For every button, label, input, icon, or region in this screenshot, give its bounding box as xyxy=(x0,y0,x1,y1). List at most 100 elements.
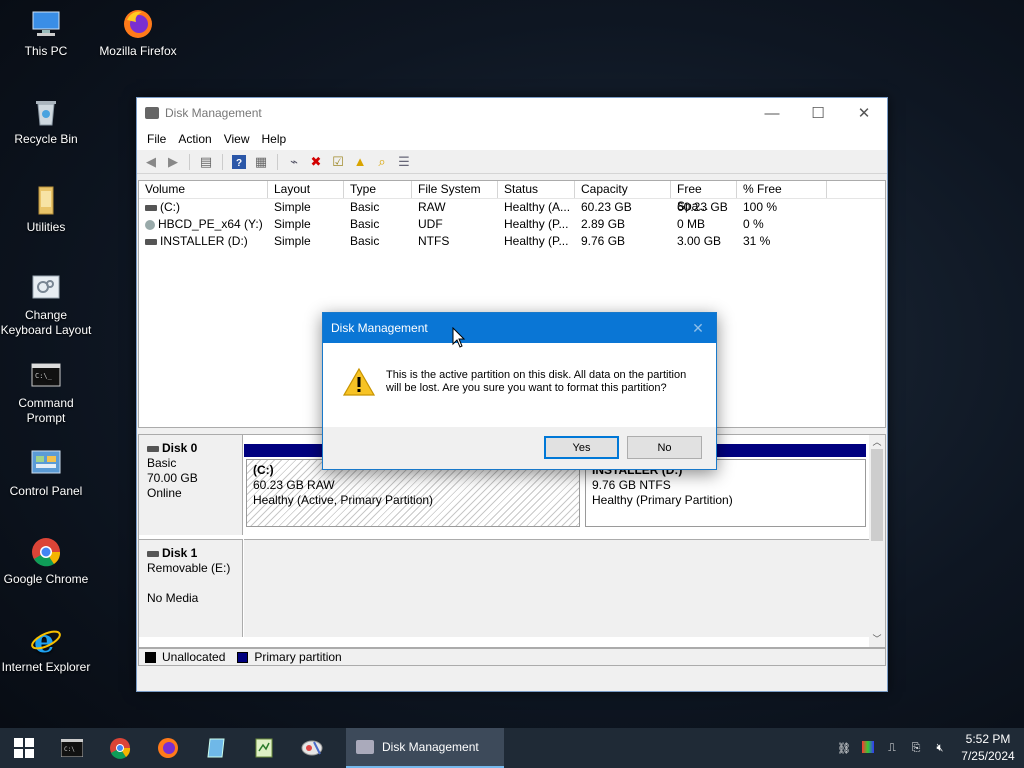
taskbar-firefox-icon[interactable] xyxy=(144,728,192,768)
clock[interactable]: 5:52 PM 7/25/2024 xyxy=(952,731,1024,765)
network-icon[interactable]: ⛓ xyxy=(832,742,856,755)
disk-0-label[interactable]: Disk 0 Basic 70.00 GB Online xyxy=(139,435,243,535)
menubar: File Action View Help xyxy=(137,128,887,150)
list-icon[interactable]: ☰ xyxy=(394,153,414,171)
vertical-scrollbar[interactable]: ︿ ﹀ xyxy=(869,435,885,647)
computer-icon xyxy=(30,8,62,40)
cell-volume: HBCD_PE_x64 (Y:) xyxy=(158,217,263,231)
taskbar-chrome-icon[interactable] xyxy=(96,728,144,768)
disk-management-icon xyxy=(145,107,159,119)
keyboard-tray-icon[interactable]: ⎘ xyxy=(904,742,928,755)
dialog-message: This is the active partition on this dis… xyxy=(386,369,687,394)
column-header-capacity[interactable]: Capacity xyxy=(575,181,671,198)
taskbar-tool-icon[interactable] xyxy=(288,728,336,768)
desktop-icon-this-pc[interactable]: This PC xyxy=(0,8,92,59)
svg-text:?: ? xyxy=(236,158,242,169)
cell-type: Basic xyxy=(350,234,380,248)
folder-up-icon[interactable]: ▲ xyxy=(350,153,370,171)
cell-percent-free: 100 % xyxy=(743,200,778,214)
menu-view[interactable]: View xyxy=(218,132,256,146)
column-header-free-space[interactable]: Free Spa... xyxy=(671,181,737,213)
dialog-close-icon[interactable]: ✕ xyxy=(680,320,716,337)
partition-size: 9.76 GB NTFS xyxy=(592,478,671,492)
scroll-up-icon[interactable]: ︿ xyxy=(869,435,885,448)
legend-label: Unallocated xyxy=(162,650,226,664)
disk-1-label[interactable]: Disk 1 Removable (E:) No Media xyxy=(139,539,243,637)
cell-layout: Simple xyxy=(274,200,311,214)
search-folder-icon[interactable]: ⌕ xyxy=(372,153,392,171)
forward-icon[interactable]: ▶ xyxy=(163,153,183,171)
table-row[interactable]: HBCD_PE_x64 (Y:) Simple Basic UDF Health… xyxy=(139,216,885,233)
desktop-icon-internet-explorer[interactable]: e Internet Explorer xyxy=(0,622,92,675)
partition-name: (C:) xyxy=(253,463,274,477)
column-header-status[interactable]: Status xyxy=(498,181,575,198)
disk-type: Removable (E:) xyxy=(147,561,231,575)
desktop-icon-command-prompt[interactable]: C:\_ Command Prompt xyxy=(0,360,92,426)
delete-icon[interactable]: ✖ xyxy=(306,153,326,171)
taskbar-disk-management[interactable]: Disk Management xyxy=(346,728,504,768)
usb-icon[interactable]: ⎍ xyxy=(880,742,904,755)
column-header-layout[interactable]: Layout xyxy=(268,181,344,198)
back-icon[interactable]: ◀ xyxy=(141,153,161,171)
cell-file-system: RAW xyxy=(418,200,446,214)
desktop-icon-firefox[interactable]: Mozilla Firefox xyxy=(92,8,184,59)
volume-list-header: Volume Layout Type File System Status Ca… xyxy=(139,181,885,213)
no-button[interactable]: No xyxy=(627,436,702,459)
taskbar-cmd-icon[interactable]: C:\ xyxy=(48,728,96,768)
show-hide-console-tree-icon[interactable]: ▤ xyxy=(196,153,216,171)
disc-icon xyxy=(145,219,155,230)
svg-text:C:\: C:\ xyxy=(64,746,75,753)
properties-icon[interactable]: ▦ xyxy=(251,153,271,171)
window-titlebar[interactable]: Disk Management — ☐ ✕ xyxy=(137,98,887,128)
taskbar: C:\ Disk Management ⛓ ⎍ ⎘ 🔇︎ 5:52 PM 7/2… xyxy=(0,728,1024,768)
column-header-type[interactable]: Type xyxy=(344,181,412,198)
disk-name: Disk 1 xyxy=(162,546,198,560)
close-button[interactable]: ✕ xyxy=(841,98,887,128)
cell-capacity: 9.76 GB xyxy=(581,234,626,248)
column-header-percent-free[interactable]: % Free xyxy=(737,181,827,198)
legend-swatch-unallocated xyxy=(145,651,156,663)
dialog-title: Disk Management xyxy=(331,321,428,335)
cell-percent-free: 31 % xyxy=(743,234,771,248)
legend-label: Primary partition xyxy=(254,650,342,664)
dialog-titlebar[interactable]: Disk Management ✕ xyxy=(323,313,716,343)
disk-name: Disk 0 xyxy=(162,441,198,455)
clock-date: 7/25/2024 xyxy=(961,749,1015,763)
table-row[interactable]: (C:) Simple Basic RAW Healthy (A... 60.2… xyxy=(139,199,885,216)
taskbar-notes-icon[interactable] xyxy=(192,728,240,768)
yes-button[interactable]: Yes xyxy=(544,436,619,459)
start-button[interactable] xyxy=(0,728,48,768)
control-panel-icon xyxy=(30,448,62,480)
mouse-cursor xyxy=(452,326,466,349)
firefox-icon xyxy=(122,8,154,40)
menu-file[interactable]: File xyxy=(141,132,172,146)
column-header-volume[interactable]: Volume xyxy=(139,181,268,198)
desktop-icon-utilities[interactable]: Utilities xyxy=(0,184,92,235)
scroll-down-icon[interactable]: ﹀ xyxy=(869,632,885,645)
svg-text:e: e xyxy=(34,624,54,656)
desktop-icon-control-panel[interactable]: Control Panel xyxy=(0,448,92,499)
menu-action[interactable]: Action xyxy=(172,132,217,146)
dialog-button-bar: Yes No xyxy=(323,427,716,469)
check-icon[interactable]: ☑ xyxy=(328,153,348,171)
table-row[interactable]: INSTALLER (D:) Simple Basic NTFS Healthy… xyxy=(139,233,885,250)
desktop-icon-label: Mozilla Firefox xyxy=(99,44,177,58)
window-title: Disk Management xyxy=(165,106,262,120)
scrollbar-thumb[interactable] xyxy=(871,449,883,541)
connect-icon[interactable]: ⌁ xyxy=(284,153,304,171)
cell-type: Basic xyxy=(350,200,380,214)
desktop-icon-recycle-bin[interactable]: Recycle Bin xyxy=(0,96,92,147)
color-icon[interactable] xyxy=(856,740,880,756)
desktop-icon-google-chrome[interactable]: Google Chrome xyxy=(0,536,92,587)
column-header-file-system[interactable]: File System xyxy=(412,181,498,198)
cell-free-space: 3.00 GB xyxy=(677,234,722,248)
minimize-button[interactable]: — xyxy=(749,98,795,128)
maximize-button[interactable]: ☐ xyxy=(795,98,841,128)
cell-type: Basic xyxy=(350,217,380,231)
taskbar-notepad-icon[interactable] xyxy=(240,728,288,768)
volume-muted-icon[interactable]: 🔇︎ xyxy=(928,742,952,755)
cell-layout: Simple xyxy=(274,217,311,231)
desktop-icon-change-keyboard-layout[interactable]: Change Keyboard Layout xyxy=(0,272,92,338)
help-icon[interactable]: ? xyxy=(229,153,249,171)
menu-help[interactable]: Help xyxy=(256,132,293,146)
